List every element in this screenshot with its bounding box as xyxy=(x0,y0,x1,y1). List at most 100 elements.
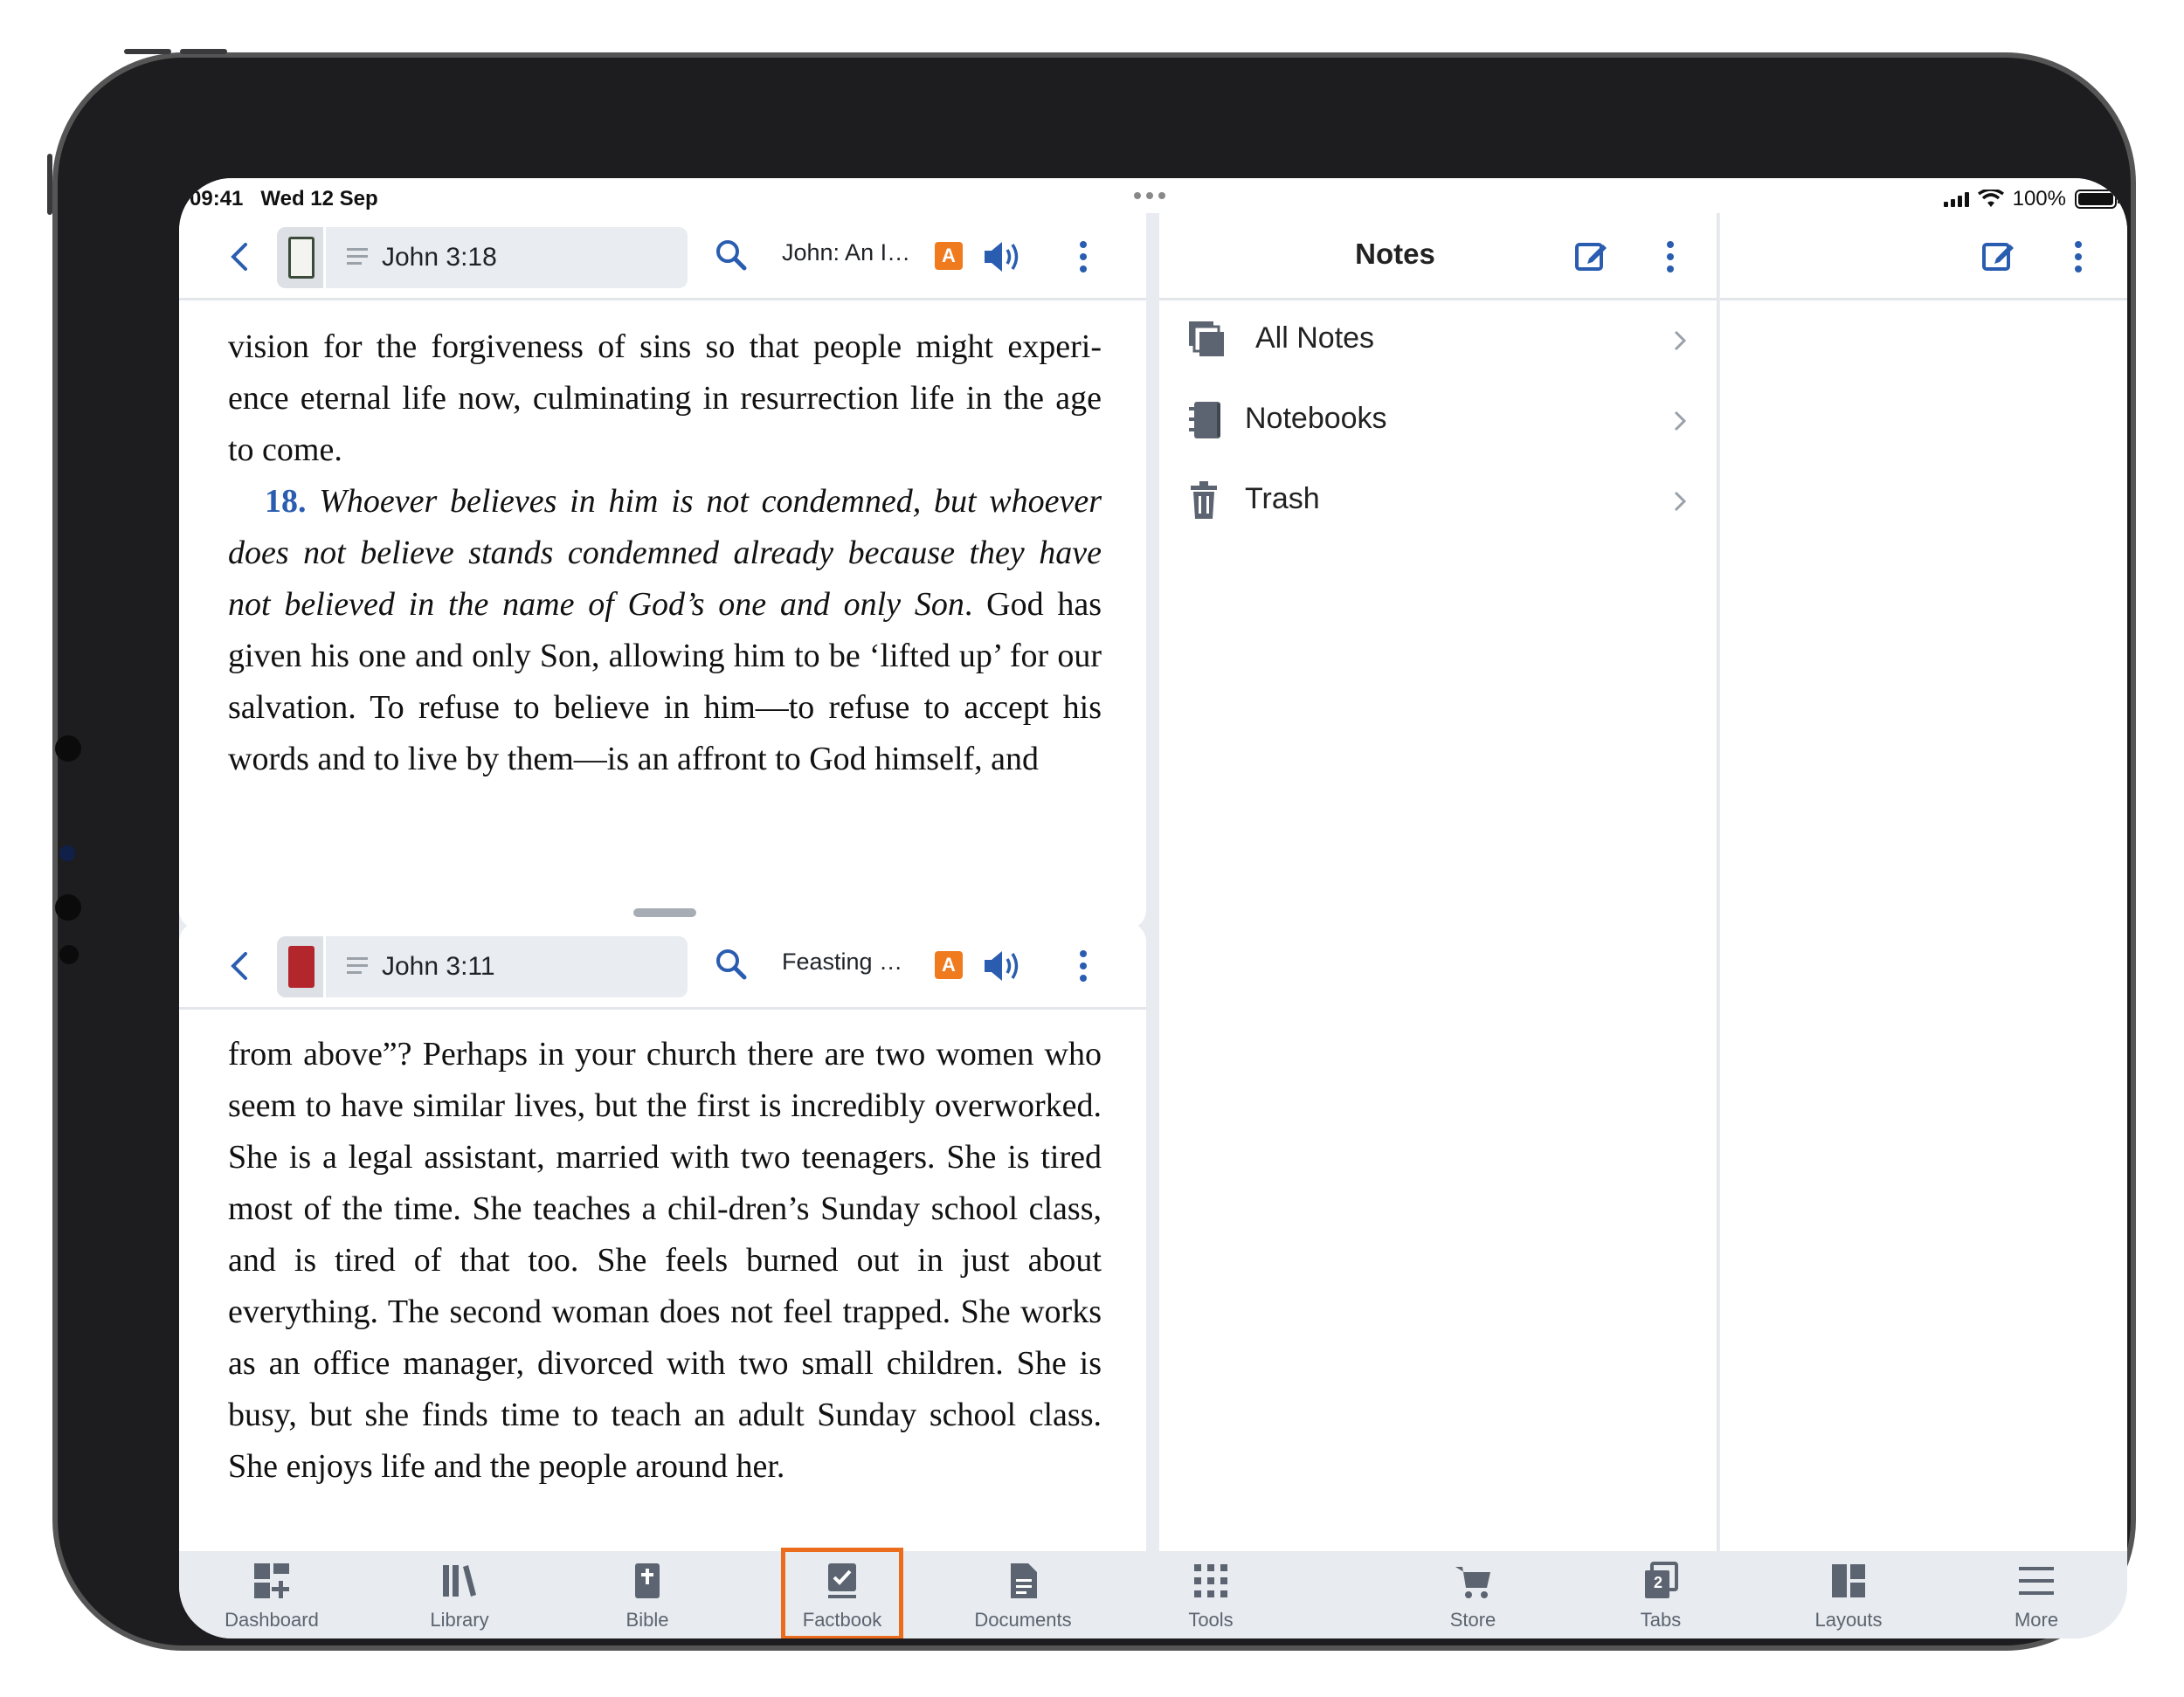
verse-number[interactable]: 18. xyxy=(265,483,307,520)
reference-box[interactable]: John 3:18 xyxy=(277,227,688,288)
menu-icon xyxy=(2019,1567,2054,1595)
cart-icon xyxy=(1455,1567,1490,1598)
split-drag-handle[interactable] xyxy=(633,908,696,917)
new-note-icon[interactable] xyxy=(1980,238,2017,274)
resource-thumbnail[interactable] xyxy=(277,227,326,288)
tab-label: Dashboard xyxy=(225,1609,319,1631)
more-vertical-icon[interactable] xyxy=(1662,236,1679,278)
text-lines-icon xyxy=(347,248,368,267)
status-time: 09:41 Wed 12 Sep xyxy=(190,187,378,210)
tab-label: Documents xyxy=(974,1609,1072,1631)
tools-grid-icon xyxy=(1194,1564,1227,1597)
new-note-icon[interactable] xyxy=(1573,238,1610,274)
notes-pane: Notes All Notes Notebooks Trash xyxy=(1159,213,1718,1551)
notes-item-label: Trash xyxy=(1245,482,1320,515)
bible-icon xyxy=(635,1563,660,1598)
speaker-icon[interactable] xyxy=(981,947,1023,985)
library-icon xyxy=(443,1565,476,1597)
tab-label: Tools xyxy=(1188,1609,1234,1631)
reading-pane-bottom[interactable]: John 3:11 Feasting o… A from above”? Per… xyxy=(179,922,1146,1551)
notes-toolbar: Notes xyxy=(1159,213,1717,300)
tab-dashboard[interactable]: Dashboard xyxy=(184,1551,359,1638)
battery-icon xyxy=(2075,190,2120,209)
bottom-tab-bar: Dashboard Library Bible Factbook Documen… xyxy=(179,1548,2127,1638)
layouts-icon xyxy=(1832,1564,1865,1597)
tab-library[interactable]: Library xyxy=(372,1551,547,1638)
tab-more[interactable]: More xyxy=(1949,1551,2124,1638)
speaker-icon[interactable] xyxy=(981,238,1023,276)
tab-tools[interactable]: Tools xyxy=(1123,1551,1298,1638)
chevron-right-icon xyxy=(1674,410,1687,431)
multitasking-dots[interactable] xyxy=(1134,192,1165,199)
dashboard-icon xyxy=(254,1563,289,1598)
resource-toolbar-top: John 3:18 John: An I… A xyxy=(179,213,1146,300)
status-icons: 100% xyxy=(1943,187,2120,211)
resource-toolbar-bottom: John 3:11 Feasting o… A xyxy=(179,922,1146,1010)
sensor xyxy=(59,945,79,964)
tab-store[interactable]: Store xyxy=(1386,1551,1560,1638)
status-date: Wed 12 Sep xyxy=(260,187,378,210)
volume-down-button xyxy=(180,49,227,54)
verse-paragraph: 18. Whoever believes in him is not conde… xyxy=(228,476,1102,785)
tab-label: Bible xyxy=(625,1609,669,1631)
tab-label: Tabs xyxy=(1640,1609,1682,1631)
tab-factbook[interactable]: Factbook xyxy=(781,1548,903,1638)
text-lines-icon xyxy=(347,957,368,976)
detail-pane xyxy=(1720,213,2127,1551)
tabs-count-badge: 2 xyxy=(1654,1574,1663,1591)
front-camera xyxy=(59,845,75,861)
more-vertical-icon[interactable] xyxy=(1075,236,1092,278)
ipad-frame: 09:41 Wed 12 Sep 100% John 3:18 John: An… xyxy=(47,49,2136,1651)
wifi-icon xyxy=(1977,190,2004,207)
detail-toolbar xyxy=(1720,213,2127,300)
audio-resource-badge[interactable]: A xyxy=(935,951,963,979)
chevron-right-icon xyxy=(1674,491,1687,512)
reference-label[interactable]: John 3:18 xyxy=(382,243,497,272)
red-book-cover-icon xyxy=(288,946,314,988)
paragraph: vision for the forgiveness of sins so th… xyxy=(228,328,1102,468)
notes-item-all-notes[interactable]: All Notes xyxy=(1159,300,1717,381)
audio-resource-badge[interactable]: A xyxy=(935,242,963,270)
notebook-icon xyxy=(1189,402,1220,438)
pencil-connector-2 xyxy=(55,894,81,921)
battery-percent: 100% xyxy=(2012,187,2066,210)
search-icon[interactable] xyxy=(712,236,750,274)
resource-title[interactable]: John: An I… xyxy=(782,239,913,266)
more-vertical-icon[interactable] xyxy=(2070,236,2087,278)
tab-bible[interactable]: Bible xyxy=(560,1551,735,1638)
notes-item-notebooks[interactable]: Notebooks xyxy=(1159,381,1717,461)
back-chevron-icon[interactable] xyxy=(223,238,258,276)
search-icon[interactable] xyxy=(712,945,750,983)
notes-item-label: Notebooks xyxy=(1245,402,1387,435)
volume-up-button xyxy=(124,49,171,54)
resource-title[interactable]: Feasting o… xyxy=(782,949,913,976)
trash-icon xyxy=(1191,481,1217,519)
tab-label: Layouts xyxy=(1814,1609,1883,1631)
stacked-notes-icon xyxy=(1189,321,1224,356)
documents-icon xyxy=(1011,1563,1037,1598)
cellular-signal-icon xyxy=(1943,191,1969,207)
chevron-right-icon xyxy=(1674,330,1687,351)
reading-text-top[interactable]: vision for the forgiveness of sins so th… xyxy=(228,321,1102,785)
screen: 09:41 Wed 12 Sep 100% John 3:18 John: An… xyxy=(179,178,2127,1638)
resource-thumbnail[interactable] xyxy=(277,936,326,997)
tab-label: Library xyxy=(430,1609,489,1631)
notes-item-label: All Notes xyxy=(1255,321,1375,355)
reading-text-bottom[interactable]: from above”? Perhaps in your church ther… xyxy=(228,1029,1102,1493)
more-vertical-icon[interactable] xyxy=(1075,945,1092,987)
phone-book-icon xyxy=(288,237,314,279)
back-chevron-icon[interactable] xyxy=(223,947,258,985)
factbook-icon xyxy=(828,1563,856,1598)
reference-label[interactable]: John 3:11 xyxy=(382,952,495,982)
tab-tabs[interactable]: 2 Tabs xyxy=(1573,1551,1748,1638)
tab-label: Store xyxy=(1449,1609,1496,1631)
tab-layouts[interactable]: Layouts xyxy=(1761,1551,1936,1638)
notes-item-trash[interactable]: Trash xyxy=(1159,461,1717,542)
tab-documents[interactable]: Documents xyxy=(936,1551,1110,1638)
paragraph: from above”? Perhaps in your church ther… xyxy=(228,1036,1102,1485)
reading-pane-top[interactable]: John 3:18 John: An I… A vision for the f… xyxy=(179,213,1146,929)
tab-label: Factbook xyxy=(802,1609,882,1631)
reference-box[interactable]: John 3:11 xyxy=(277,936,688,997)
power-button xyxy=(47,154,52,215)
notes-title: Notes xyxy=(1355,238,1435,270)
